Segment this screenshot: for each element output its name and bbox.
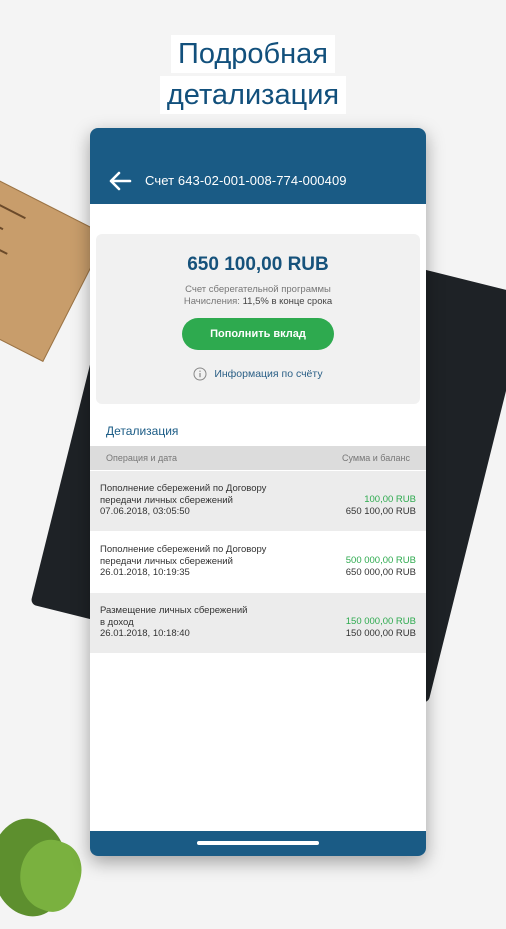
accrual-info: Начисления: 11,5% в конце срока	[96, 296, 420, 307]
account-info-label: Информация по счёту	[214, 367, 323, 380]
transaction-description: в доход	[100, 616, 134, 628]
transaction-balance: 650 000,00 RUB	[345, 567, 416, 578]
transaction-row[interactable]: Пополнение сбережений по Договору переда…	[90, 471, 426, 531]
account-summary-card: 650 100,00 RUB Счет сберегательной прогр…	[96, 234, 420, 404]
transaction-date: 07.06.2018, 03:05:50	[100, 506, 190, 517]
bottom-bar	[90, 831, 426, 856]
transaction-balance: 650 100,00 RUB	[345, 506, 416, 517]
transaction-description: Пополнение сбережений по Договору	[100, 544, 267, 555]
column-operation-date: Операция и дата	[106, 453, 178, 463]
transaction-date: 26.01.2018, 10:18:40	[100, 628, 190, 639]
account-info-link[interactable]: Информация по счёту	[96, 367, 420, 381]
transaction-description: Пополнение сбережений по Договору	[100, 483, 267, 494]
phone-screen: Счет 643-02-001-008-774-000409 650 100,0…	[90, 128, 426, 856]
transaction-amount: 100,00 RUB	[364, 494, 416, 505]
accrual-label: Начисления:	[183, 296, 240, 307]
transaction-balance: 150 000,00 RUB	[345, 628, 416, 639]
app-header: Счет 643-02-001-008-774-000409	[90, 128, 426, 204]
transaction-amount: 500 000,00 RUB	[345, 555, 416, 566]
transaction-amount: 150 000,00 RUB	[345, 616, 416, 627]
promo-title-line2: детализация	[159, 76, 347, 114]
transaction-row[interactable]: Размещение личных сбережений в доход 26.…	[90, 593, 426, 653]
program-name: Счет сберегательной программы	[185, 284, 331, 295]
transaction-date: 26.01.2018, 10:19:35	[100, 567, 190, 578]
column-amount-balance: Сумма и баланс	[342, 453, 410, 463]
accrual-value: 11,5% в конце срока	[242, 296, 333, 307]
home-indicator[interactable]	[197, 841, 319, 845]
transaction-description: Размещение личных сбережений	[100, 605, 248, 616]
promo-title-line1: Подробная	[171, 35, 335, 73]
topup-deposit-button[interactable]: Пополнить вклад	[182, 318, 334, 350]
back-arrow-icon[interactable]	[108, 170, 132, 192]
account-title: Счет 643-02-001-008-774-000409	[145, 173, 347, 188]
transaction-row[interactable]: Пополнение сбережений по Договору переда…	[90, 532, 426, 592]
transaction-description: передачи личных сбережений	[100, 494, 233, 506]
info-circle-icon	[193, 367, 207, 381]
account-balance: 650 100,00 RUB	[187, 254, 329, 275]
transaction-description: передачи личных сбережений	[100, 555, 233, 567]
details-section-title: Детализация	[106, 424, 179, 438]
details-table-header: Операция и дата Сумма и баланс	[90, 446, 426, 470]
